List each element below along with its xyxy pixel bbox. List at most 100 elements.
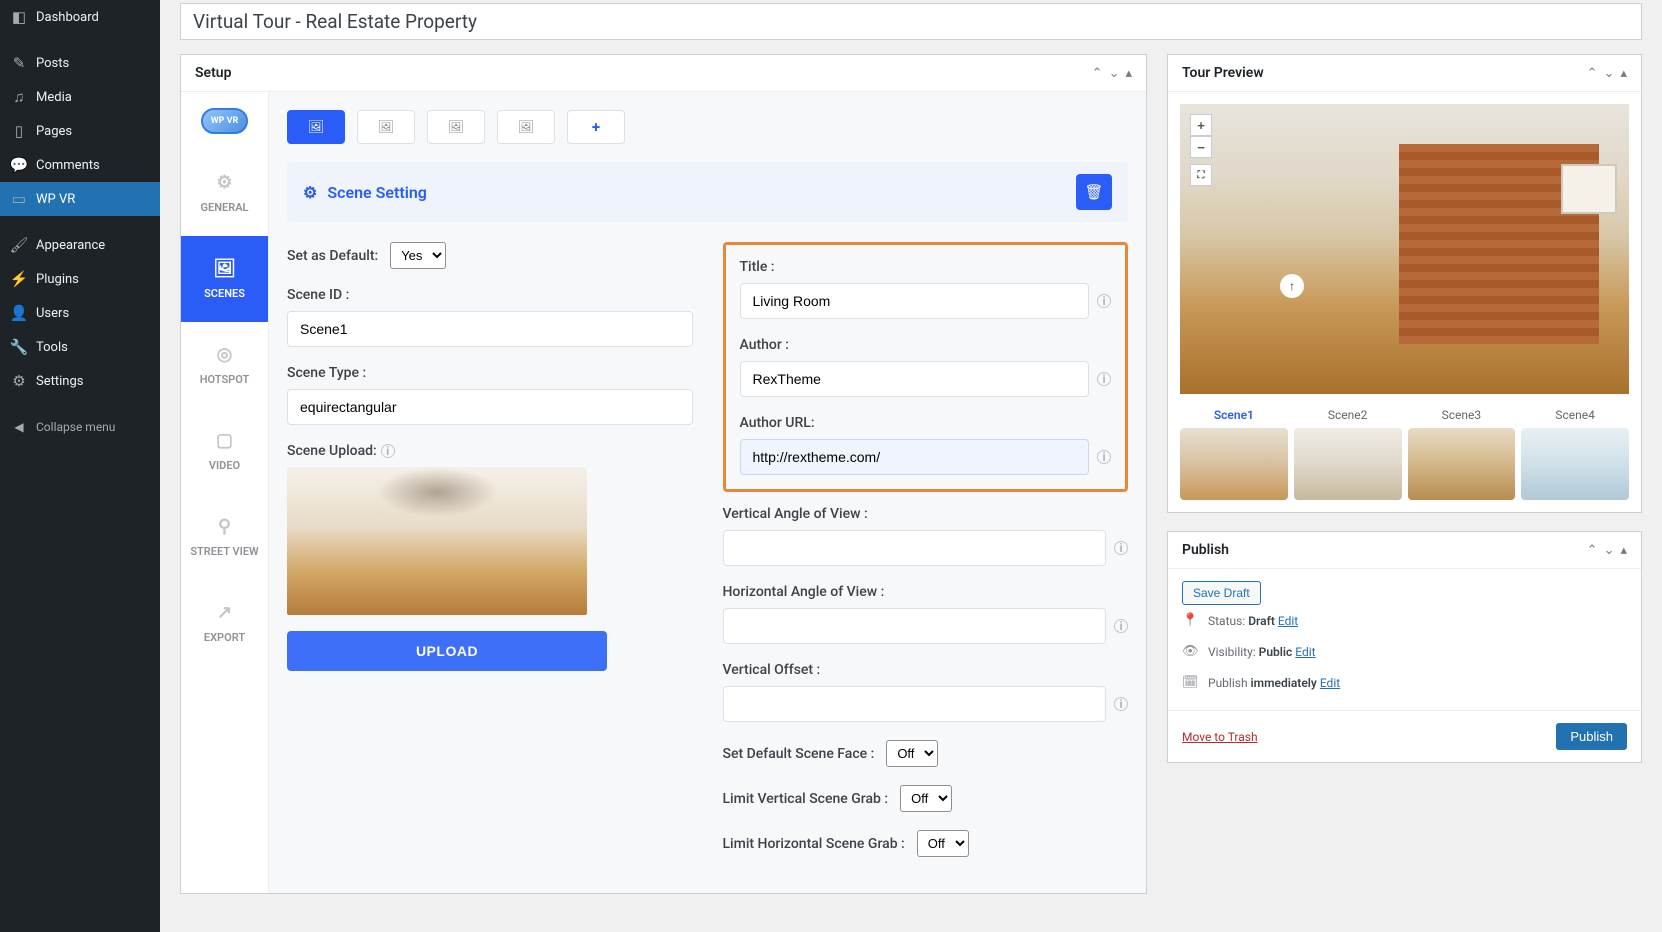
scene-setting-header: ⚙ Scene Setting 🗑: [287, 162, 1128, 222]
target-icon: ◎: [187, 344, 262, 365]
vtab-export[interactable]: ↗EXPORT: [181, 580, 268, 666]
panel-toggle-icon[interactable]: ▴: [1620, 66, 1627, 81]
panel-toggle-icon[interactable]: ▴: [1620, 543, 1627, 558]
tour-preview-panel: Tour Preview ⌃ ⌄ ▴ +: [1167, 54, 1642, 513]
zoom-in-button[interactable]: +: [1190, 114, 1212, 136]
info-icon[interactable]: i: [1097, 450, 1111, 464]
setup-panel: Setup ⌃ ⌄ ▴ WP VR ⚙GENERAL 🖼SCENES: [180, 54, 1147, 894]
panel-down-icon[interactable]: ⌄: [1109, 66, 1120, 81]
delete-scene-button[interactable]: 🗑: [1076, 174, 1112, 210]
vtab-hotspot[interactable]: ◎HOTSPOT: [181, 322, 268, 408]
pin-icon: ✎: [10, 54, 28, 72]
select-default-face[interactable]: Off: [886, 740, 938, 767]
pages-icon: ▯: [10, 122, 28, 140]
label-scene-type: Scene Type :: [287, 365, 693, 381]
panel-toggle-icon[interactable]: ▴: [1125, 66, 1132, 81]
label-limit-v: Limit Vertical Scene Grab :: [723, 791, 889, 807]
nav-tools[interactable]: 🔧Tools: [0, 330, 160, 364]
scene-thumb-2[interactable]: Scene2: [1294, 408, 1402, 500]
input-v-offset[interactable]: [723, 686, 1107, 722]
scene-nav-hotspot[interactable]: ↑: [1280, 274, 1304, 298]
nav-posts[interactable]: ✎Posts: [0, 46, 160, 80]
panel-up-icon[interactable]: ⌃: [1092, 66, 1103, 81]
label-default-face: Set Default Scene Face :: [723, 746, 875, 762]
input-scene-id[interactable]: [287, 311, 693, 347]
nav-media[interactable]: ♫Media: [0, 80, 160, 114]
upload-button[interactable]: UPLOAD: [287, 631, 607, 671]
nav-pages[interactable]: ▯Pages: [0, 114, 160, 148]
nav-wpvr[interactable]: ▭WP VR: [0, 182, 160, 216]
nav-settings[interactable]: ⚙Settings: [0, 364, 160, 398]
fullscreen-button[interactable]: ⛶: [1190, 164, 1212, 186]
scene-thumb-1[interactable]: Scene1: [1180, 408, 1288, 500]
publish-button[interactable]: Publish: [1556, 723, 1627, 750]
post-title-input[interactable]: Virtual Tour - Real Estate Property: [180, 3, 1642, 40]
panel-up-icon[interactable]: ⌃: [1587, 543, 1598, 558]
input-author[interactable]: [740, 361, 1090, 397]
scene-tab-add[interactable]: +: [567, 110, 625, 144]
scene-thumb-4[interactable]: Scene4: [1521, 408, 1629, 500]
vtab-street-view[interactable]: ⚲STREET VIEW: [181, 494, 268, 580]
panel-down-icon[interactable]: ⌄: [1604, 66, 1615, 81]
info-icon[interactable]: i: [1114, 541, 1128, 555]
nav-appearance[interactable]: 🖌Appearance: [0, 228, 160, 262]
scene-tab-2[interactable]: 🖼: [357, 110, 415, 144]
nav-dashboard[interactable]: ◧Dashboard: [0, 0, 160, 34]
input-author-url[interactable]: [740, 439, 1090, 475]
image-icon: 🖼: [308, 120, 325, 135]
publish-panel: Publish ⌃ ⌄ ▴ Save Draft 📍 Status: Draft…: [1167, 531, 1642, 763]
zoom-out-button[interactable]: −: [1190, 136, 1212, 158]
gear-icon: ⚙: [303, 183, 317, 202]
collapse-menu[interactable]: ◀Collapse menu: [0, 410, 160, 444]
label-scene-id: Scene ID :: [287, 287, 693, 303]
nav-users[interactable]: 👤Users: [0, 296, 160, 330]
key-icon: 📍: [1182, 613, 1198, 628]
plugin-icon: ⚡: [10, 270, 28, 288]
info-icon[interactable]: i: [1097, 294, 1111, 308]
input-h-angle[interactable]: [723, 608, 1107, 644]
tour-preview-viewport[interactable]: + − ⛶ ↑: [1180, 104, 1629, 394]
gear-icon: ⚙: [187, 172, 262, 193]
label-v-offset: Vertical Offset :: [723, 662, 1129, 678]
input-title[interactable]: [740, 283, 1090, 319]
scene-tab-3[interactable]: 🖼: [427, 110, 485, 144]
select-limit-v[interactable]: Off: [900, 785, 952, 812]
scene-setting-title: Scene Setting: [327, 183, 427, 202]
vtab-scenes[interactable]: 🖼SCENES: [181, 236, 268, 322]
edit-schedule-link[interactable]: Edit: [1320, 676, 1340, 690]
panel-up-icon[interactable]: ⌃: [1587, 66, 1598, 81]
select-set-default[interactable]: Yes: [390, 242, 446, 269]
image-icon: 🖼: [448, 120, 465, 135]
vtab-video[interactable]: ▢VIDEO: [181, 408, 268, 494]
select-limit-h[interactable]: Off: [917, 830, 969, 857]
vr-icon: ▭: [10, 190, 28, 208]
scene-thumbnail-strip: Scene1 Scene2 Scene3: [1180, 408, 1629, 500]
edit-status-link[interactable]: Edit: [1278, 614, 1298, 628]
scene-tab-1[interactable]: 🖼: [287, 110, 345, 144]
edit-visibility-link[interactable]: Edit: [1295, 645, 1315, 659]
editor-vertical-tabs: WP VR ⚙GENERAL 🖼SCENES ◎HOTSPOT ▢VIDEO ⚲…: [181, 92, 269, 893]
image-icon: 🖼: [187, 258, 262, 279]
save-draft-button[interactable]: Save Draft: [1182, 581, 1261, 605]
label-set-default: Set as Default:: [287, 248, 378, 264]
arrow-up-icon: ↑: [1289, 279, 1295, 293]
media-icon: ♫: [10, 88, 28, 106]
input-v-angle[interactable]: [723, 530, 1107, 566]
comment-icon: 💬: [10, 156, 28, 174]
nav-comments[interactable]: 💬Comments: [0, 148, 160, 182]
info-icon[interactable]: i: [1097, 372, 1111, 386]
info-icon[interactable]: i: [1114, 619, 1128, 633]
nav-plugins[interactable]: ⚡Plugins: [0, 262, 160, 296]
move-to-trash-link[interactable]: Move to Trash: [1182, 730, 1258, 744]
page-title: Virtual Tour - Real Estate Property: [193, 10, 1629, 33]
collapse-icon: ◀: [10, 418, 28, 436]
input-scene-type[interactable]: [287, 389, 693, 425]
label-limit-h: Limit Horizontal Scene Grab :: [723, 836, 905, 852]
scene-tab-4[interactable]: 🖼: [497, 110, 555, 144]
label-v-angle: Vertical Angle of View :: [723, 506, 1129, 522]
scene-thumb-3[interactable]: Scene3: [1408, 408, 1516, 500]
info-icon[interactable]: i: [1114, 697, 1128, 711]
panel-down-icon[interactable]: ⌄: [1604, 543, 1615, 558]
vtab-general[interactable]: ⚙GENERAL: [181, 150, 268, 236]
info-icon[interactable]: i: [381, 444, 395, 458]
